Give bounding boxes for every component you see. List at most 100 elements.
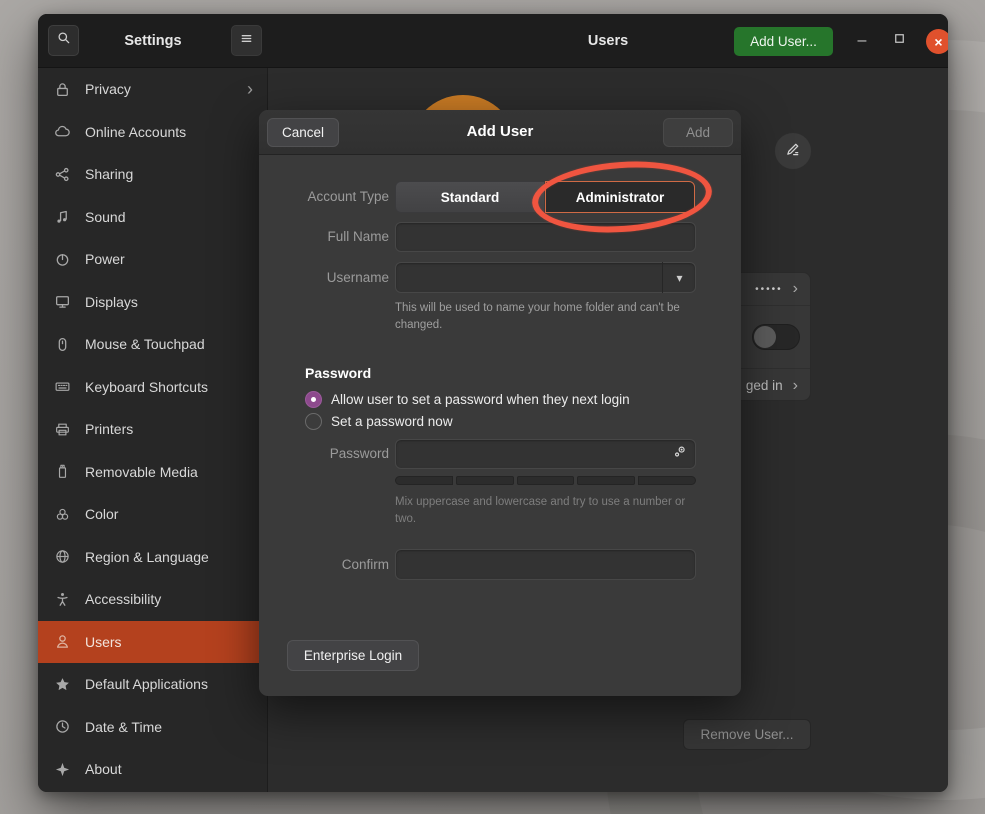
music-note-icon (54, 208, 71, 225)
confirm-label: Confirm (259, 549, 389, 580)
minimize-button[interactable]: – (850, 29, 874, 53)
maximize-button[interactable] (887, 29, 911, 53)
sidebar-item-region-language[interactable]: Region & Language (38, 536, 267, 579)
radio-label: Allow user to set a password when they n… (331, 392, 630, 407)
settings-window: Settings Users Add User... – × Privacy › (38, 14, 948, 792)
color-circles-icon (54, 506, 71, 523)
strength-segment (456, 476, 514, 485)
radio-label: Set a password now (331, 414, 453, 429)
password-label: Password (259, 439, 389, 469)
password-hint: Mix uppercase and lowercase and try to u… (395, 494, 693, 527)
toggle-knob (754, 326, 776, 348)
sidebar-item-privacy[interactable]: Privacy › (38, 68, 267, 111)
password-dots: ••••• (755, 284, 783, 295)
sidebar-item-power[interactable]: Power (38, 238, 267, 281)
sidebar-item-online-accounts[interactable]: Online Accounts (38, 111, 267, 154)
chevron-right-icon: › (793, 281, 798, 297)
add-user-dialog: Cancel Add User Add Account Type Standar… (259, 110, 741, 696)
sidebar-item-color[interactable]: Color (38, 493, 267, 536)
sidebar-item-label: Mouse & Touchpad (85, 336, 205, 352)
dialog-header: Cancel Add User Add (259, 110, 741, 155)
enterprise-login-button[interactable]: Enterprise Login (287, 640, 419, 671)
sidebar-item-label: Displays (85, 294, 138, 310)
sidebar-item-label: Printers (85, 421, 133, 437)
edit-avatar-button[interactable] (774, 132, 812, 170)
mouse-icon (54, 336, 71, 353)
password-input[interactable] (395, 439, 696, 469)
share-nodes-icon (54, 166, 71, 183)
add-button[interactable]: Add (663, 118, 733, 147)
sidebar-item-label: Region & Language (85, 549, 209, 565)
star-icon (54, 676, 71, 693)
account-type-label: Account Type (259, 181, 389, 213)
primary-menu-button[interactable] (231, 25, 262, 56)
password-strength-meter (395, 476, 696, 485)
sidebar-item-keyboard-shortcuts[interactable]: Keyboard Shortcuts (38, 366, 267, 409)
maximize-icon (892, 31, 907, 51)
power-icon (54, 251, 71, 268)
radio-allow-next-login[interactable]: Allow user to set a password when they n… (305, 389, 630, 409)
accessibility-person-icon (54, 591, 71, 608)
sidebar-item-date-time[interactable]: Date & Time (38, 706, 267, 749)
close-button[interactable]: × (926, 29, 948, 54)
password-section-heading: Password (305, 365, 371, 381)
account-type-administrator-button[interactable]: Administrator (545, 181, 695, 213)
username-dropdown-button[interactable]: ▾ (662, 262, 696, 293)
sidebar-item-label: Removable Media (85, 464, 198, 480)
radio-selected-icon (305, 391, 322, 408)
sidebar-item-label: Keyboard Shortcuts (85, 379, 208, 395)
sidebar-item-default-applications[interactable]: Default Applications (38, 663, 267, 706)
globe-icon (54, 548, 71, 565)
sidebar-item-sound[interactable]: Sound (38, 196, 267, 239)
strength-segment (638, 476, 696, 485)
four-point-star-icon (54, 761, 71, 778)
lock-icon (54, 81, 71, 98)
sidebar-item-displays[interactable]: Displays (38, 281, 267, 324)
cancel-button[interactable]: Cancel (267, 118, 339, 147)
flash-drive-icon (54, 463, 71, 480)
account-type-segmented-control: Standard Administrator (395, 181, 695, 213)
radio-set-password-now[interactable]: Set a password now (305, 411, 453, 431)
sidebar-item-label: Privacy (85, 81, 131, 97)
pencil-icon (784, 140, 802, 163)
remove-user-button[interactable]: Remove User... (683, 719, 811, 750)
sidebar-item-about[interactable]: About (38, 748, 267, 791)
strength-segment (577, 476, 635, 485)
printer-icon (54, 421, 71, 438)
account-type-standard-button[interactable]: Standard (395, 181, 545, 213)
sidebar-item-label: Power (85, 251, 125, 267)
sidebar-item-sharing[interactable]: Sharing (38, 153, 267, 196)
clock-icon (54, 718, 71, 735)
username-input[interactable] (395, 262, 696, 293)
sidebar-item-mouse-touchpad[interactable]: Mouse & Touchpad (38, 323, 267, 366)
sidebar-item-accessibility[interactable]: Accessibility (38, 578, 267, 621)
generate-password-button[interactable] (668, 443, 690, 465)
sidebar-item-printers[interactable]: Printers (38, 408, 267, 451)
sidebar-item-label: Online Accounts (85, 124, 186, 140)
chevron-right-icon: › (793, 378, 798, 394)
full-name-input[interactable] (395, 222, 696, 252)
add-user-header-button[interactable]: Add User... (734, 27, 833, 56)
gears-icon (671, 443, 688, 465)
sidebar-item-label: About (85, 761, 122, 777)
display-icon (54, 293, 71, 310)
sidebar-item-label: Default Applications (85, 676, 208, 692)
hamburger-icon (239, 31, 254, 51)
strength-segment (517, 476, 575, 485)
sidebar-item-removable-media[interactable]: Removable Media (38, 451, 267, 494)
desktop: Settings Users Add User... – × Privacy › (0, 0, 985, 814)
radio-unselected-icon (305, 413, 322, 430)
dropdown-arrow-icon: ▾ (676, 271, 682, 285)
sidebar-item-users[interactable]: Users (38, 621, 267, 664)
username-hint: This will be used to name your home fold… (395, 300, 693, 333)
minimize-icon: – (858, 32, 867, 50)
confirm-input[interactable] (395, 549, 696, 580)
chevron-right-icon: › (247, 80, 253, 98)
automatic-login-toggle[interactable] (752, 324, 800, 350)
sidebar: Privacy › Online Accounts Sharing Sound … (38, 68, 268, 792)
page-title: Users (268, 14, 948, 68)
sidebar-item-label: Users (85, 634, 122, 650)
sidebar-item-label: Date & Time (85, 719, 162, 735)
sidebar-item-label: Sharing (85, 166, 133, 182)
cloud-icon (54, 123, 71, 140)
